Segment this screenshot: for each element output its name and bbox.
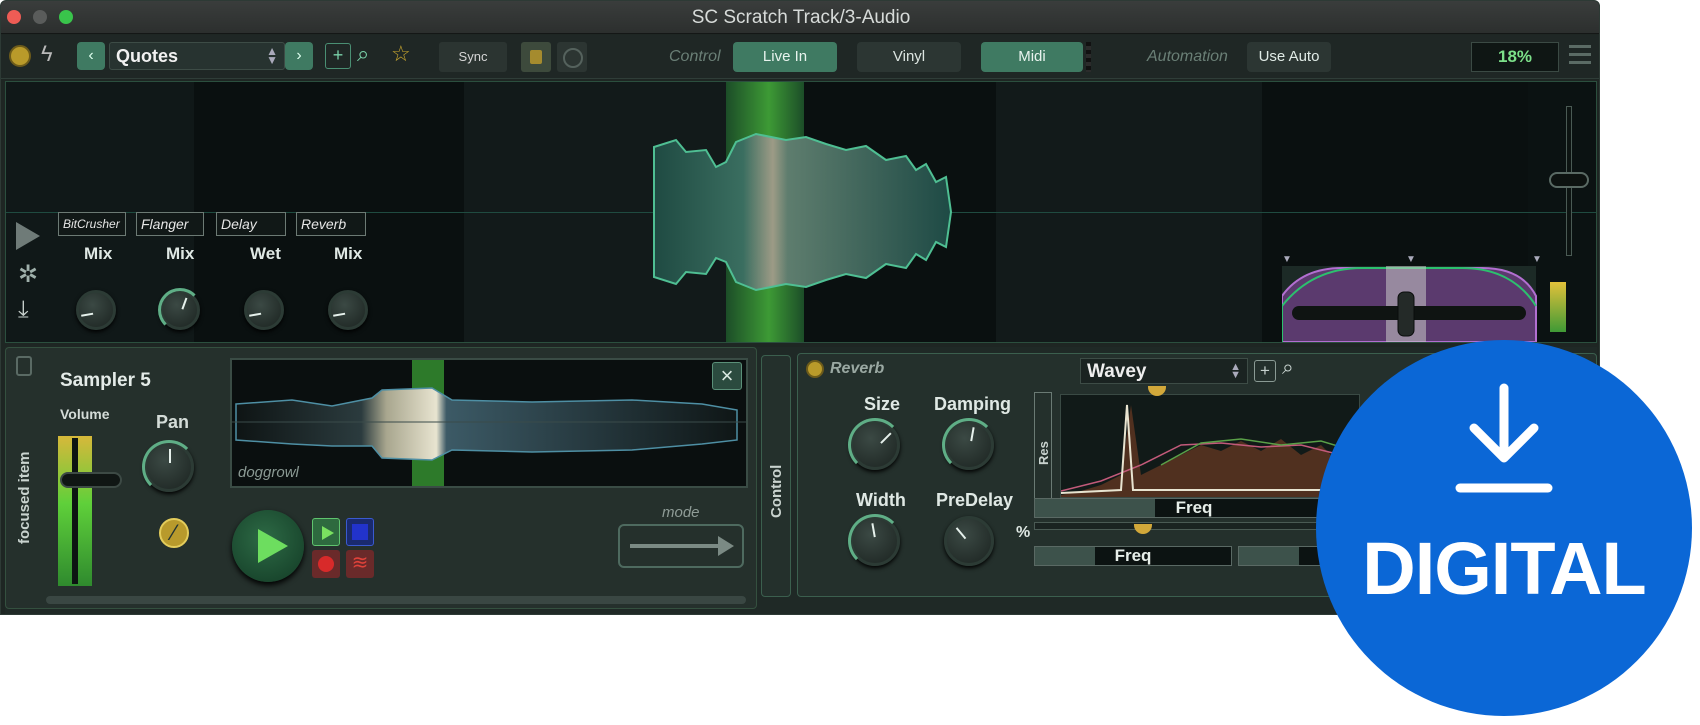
pan-knob[interactable] [142,440,196,494]
marker-icon: ▼ [1532,254,1542,265]
focused-item-label: focused item [16,451,33,544]
window-title: SC Scratch Track/3-Audio [691,7,911,28]
freq-slider-top[interactable]: Freq [1034,498,1354,518]
width-knob[interactable] [848,514,902,568]
freq-label: Freq [1114,546,1152,565]
download-arrow-icon[interactable]: ⤓ [18,296,29,324]
reverb-title: Reverb [830,360,885,377]
crossfader-curve[interactable] [1282,266,1542,342]
lock-icon[interactable] [16,356,32,376]
fx-param-label: Mix [84,244,113,263]
sample-waveform[interactable]: × doggrowl [230,358,748,488]
freq-slider-bottom[interactable]: Freq [1034,546,1232,566]
mode-midi[interactable]: Midi [981,42,1083,72]
fx-select-bitcrusher[interactable]: BitCrusher [58,212,126,236]
download-icon [1455,383,1553,493]
fx-param-label: Mix [166,244,195,263]
volume-label: Volume [60,406,110,422]
control-tab[interactable]: Control [761,355,791,597]
level-meter [1550,282,1566,332]
flanger-mix-knob[interactable] [158,288,202,332]
marker-icon[interactable] [1134,524,1152,534]
arrow-right-icon [718,536,734,556]
fx-select-reverb[interactable]: Reverb [296,212,366,236]
reverb-preset-select[interactable]: Wavey ▲ ▼ [1080,358,1248,384]
fx-select-flanger[interactable]: Flanger [136,212,204,236]
slash-icon[interactable]: ⁄ [159,518,189,548]
power-icon[interactable] [9,45,31,67]
volume-slider-thumb[interactable] [1549,172,1589,188]
chevron-updown-icon: ▲ ▼ [266,44,278,67]
play-button[interactable] [232,510,304,582]
mode-live-in[interactable]: Live In [733,42,837,72]
size-label: Size [864,394,901,414]
play-small-icon [322,526,334,540]
search-icon[interactable]: ⌕ [1282,356,1294,380]
sample-name: doggrowl [238,464,299,481]
use-auto-button[interactable]: Use Auto [1247,42,1331,72]
power-icon[interactable] [806,360,824,378]
res-label: Res [1036,441,1051,465]
reverb-preset-value: Wavey [1087,361,1147,382]
predelay-knob[interactable] [944,516,994,566]
layers-icon[interactable]: ≋ [346,550,374,578]
menu-icon[interactable] [1569,45,1591,69]
marker-icon: ▼ [1406,254,1416,265]
mode-button[interactable] [618,524,744,568]
play-icon[interactable] [16,222,40,250]
spectrum-display[interactable] [1060,394,1360,498]
toolbar: ϟ ‹ Quotes ▲ ▼ › + ⌕ ☆ Sync Control Live … [1,35,1599,79]
sampler-title: Sampler 5 [60,370,151,391]
reverb-mix-knob[interactable] [328,290,368,330]
chevron-updown-icon: ▲ ▼ [1230,361,1241,381]
fx-select-delay[interactable]: Delay [216,212,286,236]
drag-handle[interactable] [1086,42,1091,72]
control-label: Control [669,48,721,65]
star-icon[interactable]: ☆ [391,41,411,67]
preset-value: Quotes [116,46,179,66]
freq-label: Freq [1175,498,1213,517]
record-icon [318,556,334,572]
add-preset-button[interactable]: + [325,43,351,69]
waveform-display[interactable]: ✲ ⤓ BitCrusher Flanger Delay Reverb Mix … [5,81,1597,343]
pan-label: Pan [156,412,190,432]
volume-fader-thumb[interactable] [60,472,122,488]
preset-select[interactable]: Quotes ▲ ▼ [109,42,285,70]
percent-label: % [1016,524,1031,541]
freq-range-track[interactable] [1034,522,1354,530]
lightning-icon[interactable]: ϟ [41,41,53,67]
fx-param-label: Mix [334,244,363,263]
control-tab-label: Control [768,464,785,518]
badge-label: DIGITAL [1362,527,1646,610]
digital-download-badge: DIGITAL [1316,340,1692,716]
mode-label: mode [662,504,700,521]
bitcrusher-mix-knob[interactable] [76,290,116,330]
scrollbar[interactable] [46,596,746,604]
sync-button[interactable]: Sync [439,42,507,72]
title-bar: SC Scratch Track/3-Audio [1,1,1599,34]
sampler-panel: focused item Sampler 5 Volume Pan ⁄ × do… [5,347,757,609]
next-preset-button[interactable]: › [285,42,313,70]
size-knob[interactable] [848,418,902,472]
add-preset-button[interactable]: + [1254,360,1276,382]
res-slider[interactable]: Res [1034,392,1052,502]
damping-knob[interactable] [942,418,996,472]
width-label: Width [856,490,906,510]
automation-label: Automation [1147,48,1228,65]
cpu-meter: 18% [1471,42,1559,72]
marker-icon: ▼ [1282,254,1292,265]
starburst-icon[interactable]: ✲ [18,260,38,289]
search-icon[interactable]: ⌕ [357,41,369,67]
fx-param-label: Wet [250,244,281,263]
stop-icon [352,524,368,540]
lock-button[interactable] [521,42,551,72]
mode-vinyl[interactable]: Vinyl [857,42,961,72]
close-icon[interactable]: × [712,362,742,390]
damping-label: Damping [934,394,1012,414]
record-mode-button[interactable] [557,42,587,72]
prev-preset-button[interactable]: ‹ [77,42,105,70]
waveform [653,132,953,292]
delay-wet-knob[interactable] [244,290,284,330]
predelay-label: PreDelay [936,490,1014,510]
